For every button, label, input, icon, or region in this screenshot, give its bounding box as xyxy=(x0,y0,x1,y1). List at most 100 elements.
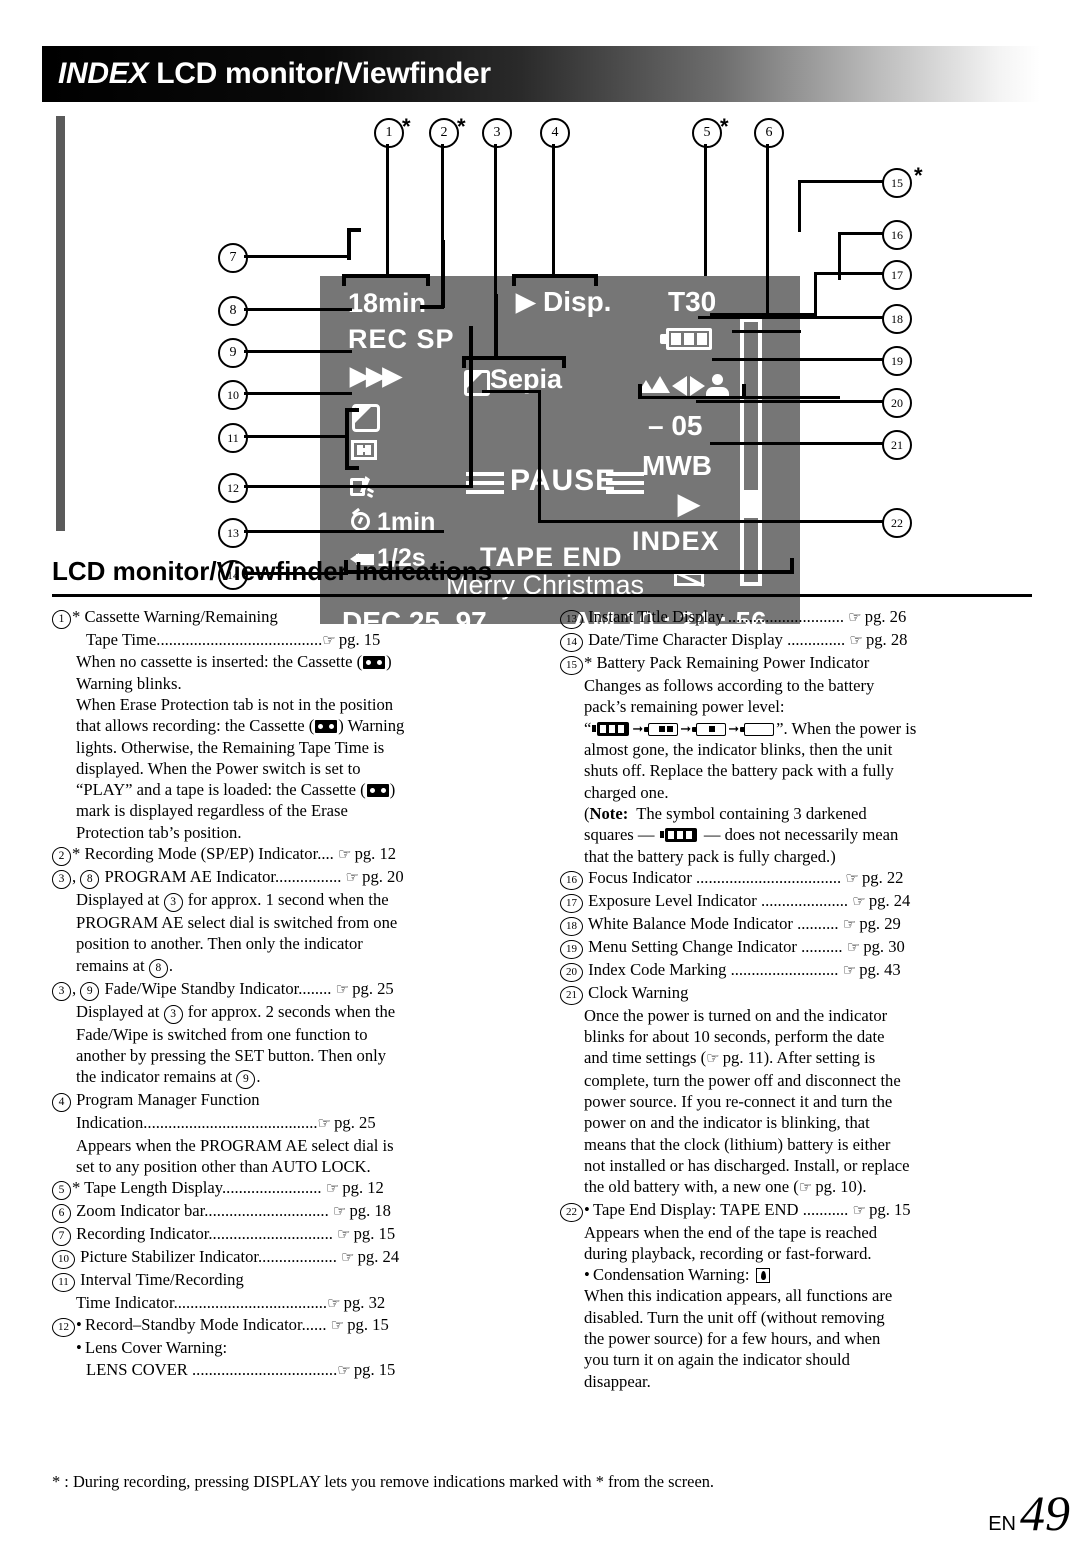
lcd-sepia-label: Sepia xyxy=(490,364,563,394)
callout-6: 6 xyxy=(754,118,784,148)
entry-4-body-d: the indicator remains at 9. xyxy=(52,1066,522,1090)
entry-21-body-e: power source. If you re-connect it and t… xyxy=(584,1092,893,1112)
callout-18: 18 xyxy=(882,304,912,334)
entry-21-number: 21 xyxy=(560,985,583,1005)
entry-14: 14 Date/Time Character Display .........… xyxy=(560,629,1030,652)
callout-21: 21 xyxy=(882,430,912,460)
leader-18 xyxy=(698,316,884,319)
entry-22: 22 • Tape End Display: TAPE END ..........… xyxy=(560,1199,1030,1393)
entry-3-number-a: 3 xyxy=(52,870,71,890)
callout-16: 16 xyxy=(882,220,912,250)
entry-16-title: Focus Indicator xyxy=(588,867,692,887)
leader-22-v xyxy=(538,390,541,523)
leader-13 xyxy=(244,530,444,533)
battery-full-icon xyxy=(592,721,630,736)
bracket-16-left xyxy=(638,384,642,398)
bracket-11-top xyxy=(345,408,359,412)
index-label: INDEX xyxy=(58,57,149,90)
entry-4-title: Fade/Wipe Standby Indicator xyxy=(104,978,299,998)
callout-1-star: * xyxy=(402,114,411,139)
pointer-hand-icon: ☞ xyxy=(337,847,351,864)
entry-9-number: 10 xyxy=(52,1250,75,1270)
battery-two-thirds-icon xyxy=(644,722,679,736)
pointer-hand-icon: ☞ xyxy=(345,870,359,887)
leader-2 xyxy=(441,144,444,242)
bracket-16-right xyxy=(742,384,746,398)
entry-4: 3, 9 Fade/Wipe Standby Indicator........… xyxy=(52,978,522,1090)
entry-9: 10 Picture Stabilizer Indicator.........… xyxy=(52,1246,522,1270)
condensation-drop-icon xyxy=(755,1268,770,1284)
leader-6 xyxy=(766,144,769,318)
bracket-4-right xyxy=(594,274,598,286)
entry-15-note-b: squares — — does not necessarily mean xyxy=(584,825,899,845)
bracket-2-stem xyxy=(441,240,445,308)
entry-4-number-a: 3 xyxy=(52,981,71,1001)
entry-15-title: Battery Pack Remaining Power Indicator xyxy=(596,653,870,672)
bracket-7-top xyxy=(347,228,361,232)
footnote: * : During recording, pressing DISPLAY l… xyxy=(52,1472,715,1491)
pointer-hand-icon: ☞ xyxy=(337,1227,350,1244)
entry-22-title: Tape End Display: TAPE END xyxy=(593,1199,799,1219)
lcd-exposure-level: – 05 xyxy=(648,410,703,441)
callout-4: 4 xyxy=(540,118,570,148)
entry-1: 1 * Cassette Warning/Remaining Tape Time.… xyxy=(52,606,522,843)
entry-17-title: Exposure Level Indicator xyxy=(588,890,757,910)
lcd-pause-label: PAUSE xyxy=(510,464,617,497)
entry-1-star: * xyxy=(72,607,81,626)
entry-14-number: 14 xyxy=(560,633,583,652)
bullet-icon: • xyxy=(584,1199,590,1219)
cassette-icon xyxy=(315,720,338,734)
entry-19-number: 19 xyxy=(560,939,583,959)
entry-22-sub-b: When this indication appears, all functi… xyxy=(584,1286,893,1306)
entry-18-number: 18 xyxy=(560,916,583,936)
entry-4-body-c: another by pressing the SET button. Then… xyxy=(76,1046,387,1066)
page-title: INDEX LCD monitor/Viewfinder xyxy=(58,57,491,91)
entry-19-title: Menu Setting Change Indicator xyxy=(588,936,797,956)
leader-11 xyxy=(244,435,348,438)
entry-7: 6 Zoom Indicator bar....................… xyxy=(52,1200,522,1224)
leader-15-v xyxy=(798,180,801,232)
pointer-hand-icon: ☞ xyxy=(337,1362,350,1379)
lcd-pause-right-bars-icon xyxy=(606,472,644,494)
entry-16: 16 Focus Indicator .....................… xyxy=(560,867,1030,890)
bracket-11-bot xyxy=(345,466,359,470)
entry-8: 7 Recording Indicator...................… xyxy=(52,1223,522,1247)
entry-13-title: Instant Title Display xyxy=(588,607,724,626)
callout-12: 12 xyxy=(218,473,248,503)
page-number-group: EN 49 xyxy=(988,1484,1070,1541)
lcd-diagram-figure: 18min REC SP ▶▶▶ 1min 1/2s Sepia ▶ Disp.… xyxy=(42,108,1040,636)
entry-15-body-a: Changes as follows according to the batt… xyxy=(584,676,875,695)
entry-20: 20 Index Code Marking ..................… xyxy=(560,959,1030,982)
entry-4-body-a: Displayed at 3 for approx. 2 seconds whe… xyxy=(52,1001,522,1024)
entry-15-battery-sequence: “➞ ➞ ➞”. When the power is xyxy=(584,718,917,738)
entry-5: 4 Program Manager Function Indication...… xyxy=(52,1089,522,1177)
entry-3-body-d: remains at 8. xyxy=(52,955,522,978)
entry-6-title: Tape Length Display xyxy=(84,1178,223,1198)
entry-1-number: 1 xyxy=(52,610,71,629)
entry-5-body-b: set to any position other than AUTO LOCK… xyxy=(76,1156,371,1176)
page-title-text: LCD monitor/Viewfinder xyxy=(156,57,491,90)
entry-21-body-d: complete, turn the power off and disconn… xyxy=(584,1070,901,1090)
lcd-tape-length: T30 xyxy=(668,286,717,317)
entry-3-title: PROGRAM AE Indicator xyxy=(104,867,276,887)
bracket-7 xyxy=(347,228,351,260)
entry-22-number: 22 xyxy=(560,1202,583,1222)
entry-7-title: Zoom Indicator bar xyxy=(76,1201,205,1221)
leader-9 xyxy=(244,350,352,353)
entry-22-sub-d: the power source) for a few hours, and w… xyxy=(584,1329,881,1349)
callout-2-star: * xyxy=(457,114,466,139)
entry-6-number: 5 xyxy=(52,1181,71,1201)
bullet-icon: • xyxy=(584,1265,590,1285)
entry-1-body-d: that allows recording: the Cassette () W… xyxy=(76,716,405,736)
bracket-1-left xyxy=(342,274,346,286)
leader-22-h xyxy=(538,520,884,523)
entry-2-title: Recording Mode (SP/EP) Indicator xyxy=(84,844,318,864)
entry-10-number: 11 xyxy=(52,1273,75,1293)
page-number: 49 xyxy=(1020,1484,1070,1541)
entry-5-line2: Indication..............................… xyxy=(76,1113,376,1133)
lcd-menu-setting-change-icon: ▶ xyxy=(678,488,700,519)
bracket-3-right xyxy=(562,356,566,368)
callout-15-star: * xyxy=(914,163,923,188)
entry-15-note-a: (Note: The symbol containing 3 darkened xyxy=(584,803,867,823)
leader-5 xyxy=(704,144,707,276)
